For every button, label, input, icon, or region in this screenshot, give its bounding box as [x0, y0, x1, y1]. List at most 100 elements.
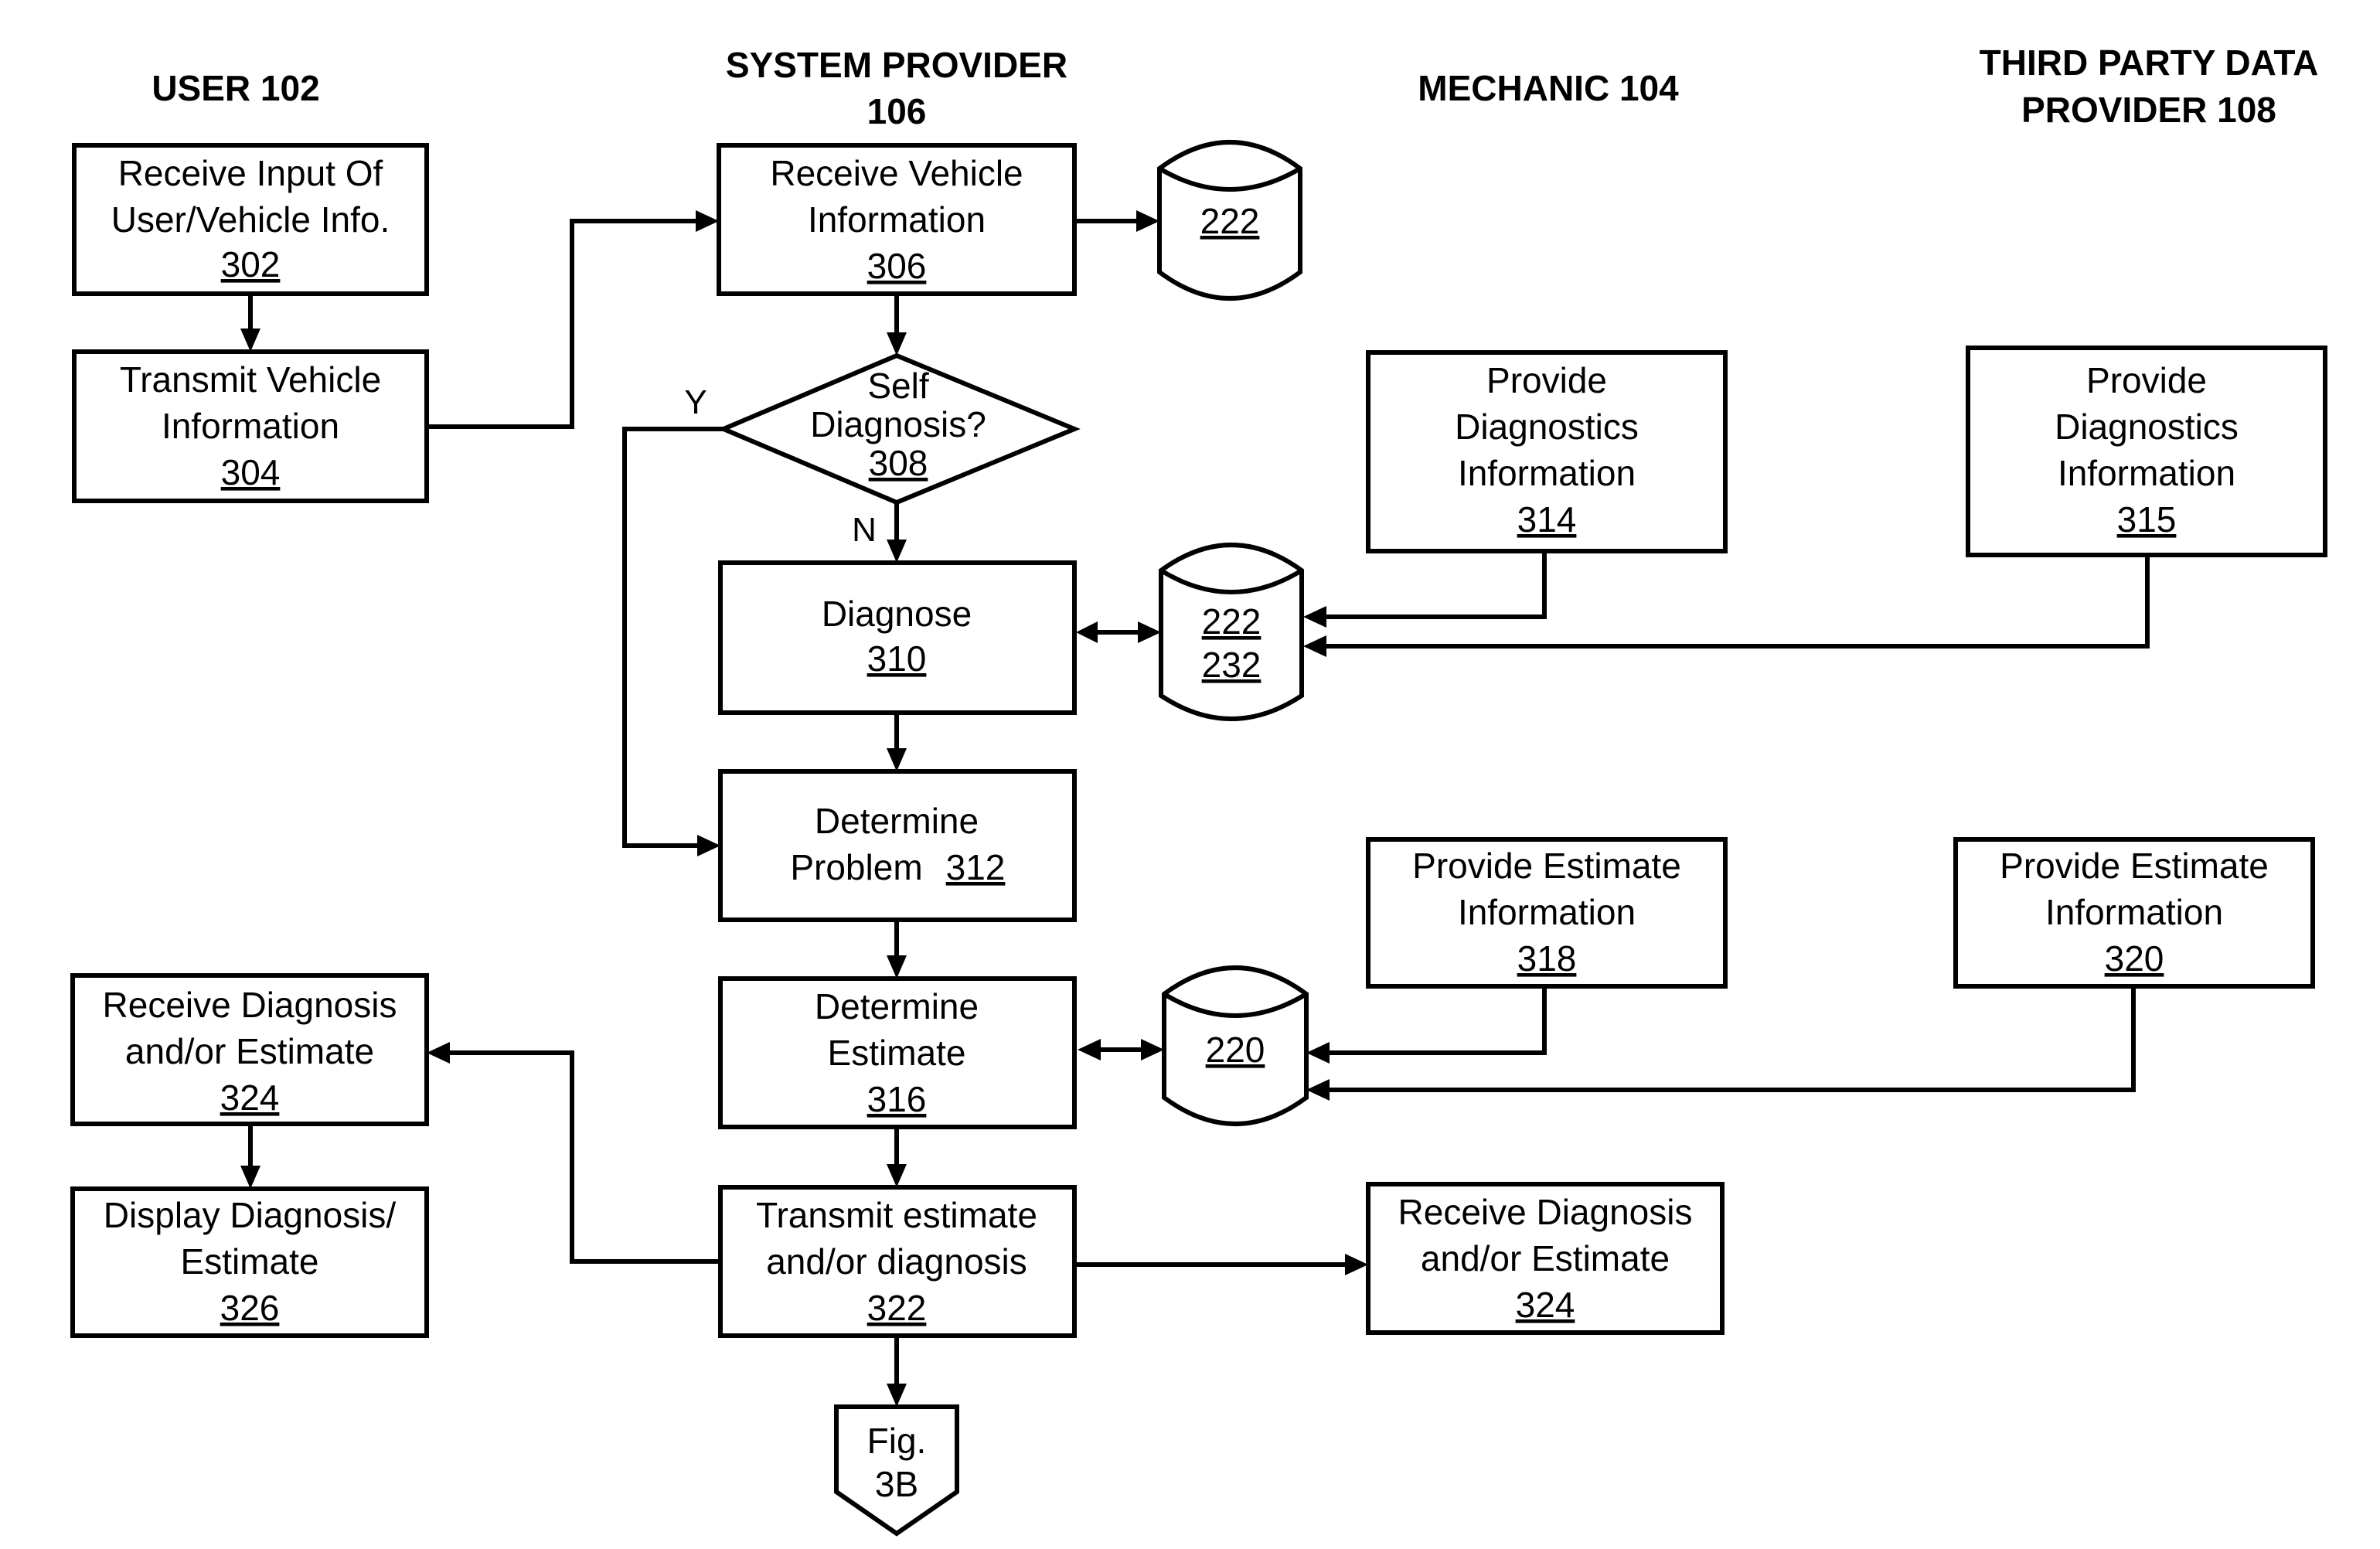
step-label-line: Estimate	[181, 1241, 319, 1282]
step-label-line: Provide	[2086, 360, 2207, 400]
database-222-232: 222 232	[1159, 543, 1304, 721]
step-320: Provide Estimate Information 320	[1953, 837, 2315, 989]
step-label-line: Transmit Vehicle	[120, 359, 381, 400]
database-222: 222	[1157, 140, 1302, 301]
step-label-line: Receive Diagnosis	[103, 985, 397, 1025]
step-label-line: Provide Estimate	[2000, 846, 2269, 886]
arrowhead	[240, 329, 260, 352]
arrowhead	[1303, 606, 1326, 628]
offpage-label-line: Fig.	[867, 1421, 927, 1461]
step-label-line: Provide	[1486, 360, 1607, 400]
step-318: Provide Estimate Information 318	[1366, 837, 1728, 989]
arrowhead	[427, 1042, 450, 1064]
step-label-line: Determine	[815, 986, 979, 1026]
step-ref-number: 320	[2105, 938, 2164, 979]
edge-304-306	[427, 219, 696, 429]
step-316: Determine Estimate 316	[718, 976, 1077, 1129]
process-box	[718, 769, 1077, 922]
arrowhead	[887, 1164, 907, 1187]
step-ref-number: 302	[221, 244, 281, 284]
database-ref-number: 220	[1206, 1030, 1265, 1070]
flowchart: USER 102 SYSTEM PROVIDER 106 MECHANIC 10…	[70, 43, 2327, 1537]
step-label-line: Transmit estimate	[756, 1195, 1037, 1235]
arrowhead	[697, 835, 720, 856]
decision-label-line: Diagnosis?	[810, 404, 986, 444]
step-306: Receive Vehicle Information 306	[717, 143, 1077, 296]
step-label-line: Receive Vehicle	[770, 153, 1023, 193]
edge-322-324-user	[450, 1050, 720, 1264]
step-314: Provide Diagnostics Information 314	[1366, 350, 1728, 553]
step-label-line: and/or Estimate	[1421, 1238, 1670, 1278]
lane-header-mechanic: MECHANIC 104	[1418, 68, 1679, 108]
step-ref-number: 306	[867, 246, 927, 286]
arrowhead	[1076, 621, 1098, 643]
step-ref-number: 310	[867, 638, 927, 679]
step-324-user: Receive Diagnosis and/or Estimate 324	[70, 973, 429, 1126]
lane-header-user: USER 102	[152, 68, 319, 108]
arrowhead	[696, 210, 719, 232]
lane-header-third-party-line1: THIRD PARTY DATA	[1980, 43, 2319, 83]
step-label-line: Provide Estimate	[1412, 846, 1681, 886]
step-ref-number: 318	[1517, 938, 1577, 979]
step-ref-number: 312	[946, 847, 1006, 887]
step-ref-number: 324	[1516, 1285, 1575, 1325]
step-312: Determine Problem 312	[718, 769, 1077, 922]
edge-320-db220	[1330, 986, 2136, 1092]
arrowhead	[887, 955, 907, 979]
arrowhead	[1306, 1042, 1330, 1064]
process-box	[718, 560, 1077, 715]
decision-label-line: Self	[867, 366, 928, 406]
step-label-line: Information	[1458, 453, 1636, 493]
offpage-label-line: 3B	[875, 1464, 918, 1504]
step-322: Transmit estimate and/or diagnosis 322	[718, 1185, 1077, 1338]
lane-header-third-party-line2: PROVIDER 108	[2021, 90, 2276, 130]
step-label-line: and/or diagnosis	[766, 1241, 1027, 1282]
step-304: Transmit Vehicle Information 304	[72, 349, 429, 503]
step-310: Diagnose 310	[718, 560, 1077, 715]
edge-308-312-yes	[622, 427, 724, 848]
step-ref-number: 326	[220, 1288, 280, 1328]
no-branch-label: N	[852, 511, 877, 549]
arrowhead	[1136, 210, 1159, 232]
step-label-line: Information	[2045, 892, 2223, 932]
edge-314-db	[1326, 551, 1547, 619]
step-label-line: Information	[1458, 892, 1636, 932]
step-315: Provide Diagnostics Information 315	[1966, 346, 2327, 557]
step-label-line: Diagnostics	[1455, 407, 1639, 447]
arrowhead	[887, 1384, 907, 1407]
arrowhead	[887, 540, 907, 563]
database-ref-number: 222	[1202, 601, 1262, 642]
step-label-line: Determine	[815, 801, 979, 841]
database-220: 220	[1162, 965, 1309, 1126]
database-ref-number: 222	[1200, 201, 1260, 241]
step-ref-number: 314	[1517, 499, 1577, 540]
step-label-line: Information	[2058, 453, 2235, 493]
arrowhead	[1345, 1254, 1368, 1275]
step-326: Display Diagnosis/ Estimate 326	[70, 1186, 429, 1338]
step-label-line: Diagnose	[822, 594, 972, 634]
step-ref-number: 304	[221, 452, 281, 492]
step-label-line: and/or Estimate	[125, 1031, 374, 1071]
step-label-line: Information	[808, 199, 986, 240]
arrowhead	[1138, 621, 1161, 643]
step-label-line: Receive Input Of	[118, 153, 383, 193]
offpage-connector-3b: Fig. 3B	[834, 1404, 959, 1537]
database-ref-number: 232	[1202, 645, 1262, 685]
decision-ref-number: 308	[869, 443, 928, 483]
lane-header-system-provider-line1: SYSTEM PROVIDER	[726, 45, 1067, 85]
step-label-line: Diagnostics	[2055, 407, 2239, 447]
step-label-line: Information	[162, 406, 339, 446]
step-label-line: Estimate	[828, 1033, 966, 1073]
arrowhead	[887, 748, 907, 771]
yes-branch-label: Y	[684, 383, 707, 421]
arrowhead	[1306, 1079, 1330, 1101]
step-ref-number: 324	[220, 1077, 280, 1118]
step-label-line: User/Vehicle Info.	[111, 199, 390, 240]
arrowhead	[1303, 635, 1326, 657]
step-ref-number: 315	[2117, 499, 2177, 540]
connectors	[240, 210, 2150, 1407]
step-324-mechanic: Receive Diagnosis and/or Estimate 324	[1366, 1182, 1725, 1335]
step-ref-number: 316	[867, 1079, 927, 1119]
edge-318-db220	[1330, 986, 1547, 1055]
step-label-line: Problem	[790, 847, 922, 887]
